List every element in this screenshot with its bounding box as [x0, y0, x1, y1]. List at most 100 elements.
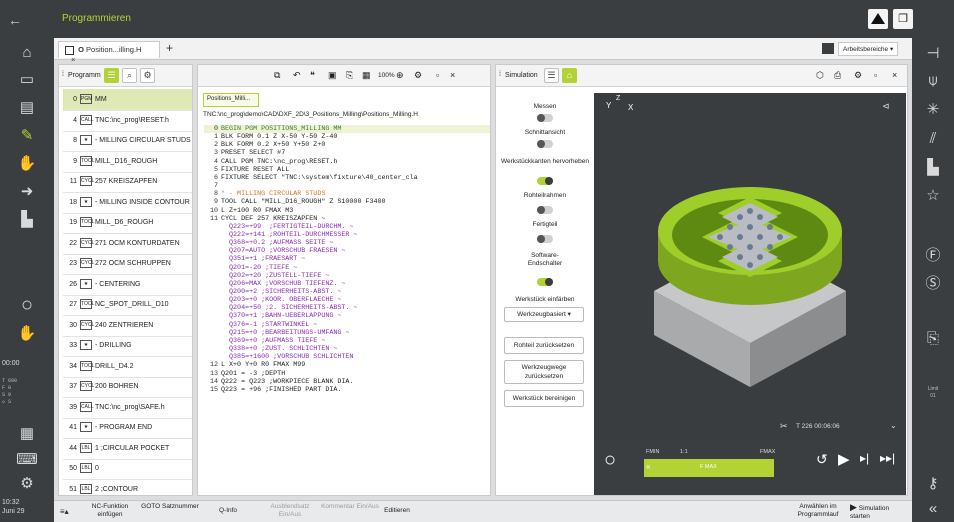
panel-toggle-icon[interactable]: ⊣ — [912, 44, 954, 62]
settings-icon[interactable]: ⚙ — [854, 70, 862, 81]
menu-icon[interactable]: ≡▴ — [60, 507, 69, 516]
settings-icon[interactable]: ⚙ — [0, 474, 54, 492]
code-line[interactable]: Q203=+0 ;KOOR. OBERFLAECHE ~ — [204, 296, 490, 304]
code-line[interactable]: 13 Q201 = -3 ;DEPTH — [204, 370, 490, 378]
code-line[interactable]: 8 * - MILLING CIRCULAR STUDS — [204, 190, 490, 198]
simulation-viewport[interactable]: Y Z X ⊲ ✂ T 226 00:06:06 ⌄ — [594, 93, 906, 439]
toggle-messen[interactable] — [537, 114, 553, 122]
comment-icon[interactable]: ❝ — [310, 70, 315, 81]
collapse-icon[interactable]: « — [912, 500, 954, 517]
expand-down-icon[interactable]: ⌄ — [890, 421, 897, 430]
view-cube-icon[interactable]: ⬡ — [816, 70, 824, 81]
feed-override-icon[interactable]: Ⓕ — [912, 244, 954, 265]
export-icon[interactable]: ⎙ — [834, 70, 841, 81]
softkey-edit[interactable]: Editieren — [372, 503, 422, 521]
code-line[interactable]: Q338=+0 ;ZUST. SCHLICHTEN ~ — [204, 345, 490, 353]
probe-icon[interactable]: ⍦ — [912, 72, 954, 89]
machine-icon[interactable]: ▙ — [0, 210, 54, 228]
settings-icon[interactable]: ⚙ — [414, 70, 422, 81]
program-row[interactable]: 27 TOOLNC_SPOT_DRILL_D10 — [63, 294, 192, 316]
back-arrow-icon[interactable]: ← — [8, 12, 22, 28]
program-row[interactable]: 33 ★ - DRILLING — [63, 335, 192, 357]
softkey-goto[interactable]: GOTO Satznummer — [140, 503, 200, 521]
code-line[interactable]: 5 FIXTURE RESET ALL — [204, 166, 490, 174]
layout-icon[interactable]: ▣ — [328, 70, 337, 81]
code-line[interactable]: 12 L X+0 Y+0 R0 FMAX M99 — [204, 361, 490, 369]
program-row[interactable]: 23 CYCL272 OCM SCHRUPPEN — [63, 253, 192, 275]
code-line[interactable]: 15 Q223 = +96 ;FINISHED PART DIA. — [204, 386, 490, 394]
program-row[interactable]: 18 ★ - MILLING INSIDE CONTOUR — [63, 192, 192, 214]
code-line[interactable]: Q215=+0 ;BEARBEITUNGS-UMFANG ~ — [204, 329, 490, 337]
code-line[interactable]: Q204=+50 ;2. SICHERHEITS-ABST. ~ — [204, 304, 490, 312]
code-line[interactable]: Q202=+20 ;ZUSTELL-TIEFE ~ — [204, 272, 490, 280]
program-row[interactable]: 19 TOOLMILL_D6_ROUGH — [63, 212, 192, 234]
code-line[interactable]: 2 BLK FORM 0.2 X+50 Y+50 Z+0 — [204, 141, 490, 149]
code-line[interactable]: 9 TOOL CALL "MILL_D16_ROUGH" Z S10000 F34… — [204, 198, 490, 206]
program-row[interactable]: 4 CALLTNC:\nc_prog\RESET.h — [63, 110, 192, 132]
breadcrumb[interactable]: Positions_Milli... — [203, 93, 260, 107]
slower-icon[interactable]: « — [646, 462, 650, 471]
program-row[interactable]: 41 ★ - PROGRAM END — [63, 417, 192, 439]
code-line[interactable]: 10 L Z+100 R0 FMAX M3 — [204, 207, 490, 215]
feed-slider[interactable]: « F MAX — [644, 459, 774, 477]
program-row[interactable]: 44 LBL 1 ;CIRCULAR POCKET — [63, 438, 192, 460]
heidenhain-logo-icon[interactable] — [868, 9, 888, 29]
skip-end-icon[interactable]: ▸▸| — [880, 451, 895, 465]
paste-icon[interactable]: ▦ — [362, 70, 371, 81]
reset-blank-button[interactable]: Rohteil zurücksetzen — [504, 337, 584, 354]
edit-program-icon[interactable]: ✎ — [0, 126, 54, 144]
program-run-icon[interactable]: ➜ — [0, 182, 54, 200]
code-line[interactable]: Q369=+0 ;AUFMASS TIEFE ~ — [204, 337, 490, 345]
search-icon[interactable]: ⌕ — [122, 68, 137, 83]
code-line[interactable]: Q223=+99 ;FERTIGTEIL-DURCHM. ~ — [204, 223, 490, 231]
maximize-icon[interactable]: ▫ — [436, 70, 439, 80]
program-row[interactable]: 9 TOOLMILL_D16_ROUGH — [63, 151, 192, 173]
softkey-nc-function[interactable]: NC-Funktion einfügen — [80, 503, 140, 521]
program-row[interactable]: 0 PGM MM — [63, 89, 192, 111]
machine-view-icon[interactable]: ⌂ — [562, 68, 577, 83]
list-view-icon[interactable]: ☰ — [544, 68, 559, 83]
undo-icon[interactable]: ↶ — [293, 70, 301, 81]
code-line[interactable]: Q370=+1 ;BAHN-UEBERLAPPUNG ~ — [204, 312, 490, 320]
list-view-icon[interactable]: ☰ — [104, 68, 119, 83]
tool-icon[interactable]: ⫽ — [912, 130, 954, 147]
program-row[interactable]: 26 ★ - CENTERING — [63, 274, 192, 296]
code-line[interactable]: Q200=+2 ;SICHERHEITS-ABST. ~ — [204, 288, 490, 296]
single-step-icon[interactable]: ▸| — [860, 451, 869, 465]
softkey-qinfo[interactable]: Q-Info — [208, 503, 248, 521]
softkey-start-simulation[interactable]: ▶ Simulation starten — [850, 503, 910, 521]
code-line[interactable]: 7 — [204, 182, 490, 190]
drag-handle-icon[interactable]: ⁞ — [62, 71, 64, 78]
close-icon[interactable]: × — [71, 55, 75, 64]
code-line[interactable]: Q222=+141 ;ROHTEIL-DURCHMESSER ~ — [204, 231, 490, 239]
clamp-icon[interactable]: ▙ — [912, 158, 954, 176]
colorize-dropdown[interactable]: Werkzeugbasiert ▾ — [504, 307, 584, 322]
drag-handle-icon[interactable]: ⁞ — [499, 71, 501, 78]
window-switch-icon[interactable]: ❐ — [893, 9, 913, 29]
code-line[interactable]: 0 BEGIN PGM POSITIONS_MILLING MM — [204, 125, 490, 134]
code-line[interactable]: 3 PRESET SELECT #7 — [204, 149, 490, 157]
reset-icon[interactable]: ↺ — [816, 451, 828, 468]
toggle-rohteilrahmen[interactable] — [537, 206, 553, 214]
reset-toolpaths-button[interactable]: Werkzeugwege zurücksetzen — [504, 360, 584, 384]
code-line[interactable]: 1 BLK FORM 0.1 Z X-50 Y-50 Z-40 — [204, 133, 490, 141]
manual-mode-icon[interactable]: ✋ — [0, 154, 54, 172]
tool-hidden-icon[interactable]: ✂ — [780, 421, 788, 432]
program-row[interactable]: 22 CYCL271 OCM KONTURDATEN — [63, 233, 192, 255]
toggle-kanten[interactable] — [537, 177, 553, 185]
document-icon[interactable]: ⎘ — [912, 330, 954, 347]
tab-file[interactable]: O Position...illing.H × — [58, 41, 160, 64]
add-tab-icon[interactable]: + — [166, 41, 173, 55]
table-icon[interactable]: ▤ — [0, 98, 54, 116]
program-row[interactable]: 8 ★ - MILLING CIRCULAR STUDS — [63, 130, 192, 152]
clean-workpiece-button[interactable]: Werkstück bereinigen — [504, 390, 584, 407]
favorite-icon[interactable]: ☆ — [912, 186, 954, 204]
zoom-icon[interactable]: ⊕ — [396, 70, 404, 81]
code-line[interactable]: 11 CYCL DEF 257 KREISZAPFEN ~ — [204, 215, 490, 223]
workspaces-dropdown[interactable]: Arbeitsbereiche ▾ — [838, 42, 899, 56]
program-row[interactable]: 51 LBL 2 ;CONTOUR — [63, 479, 192, 496]
program-row[interactable]: 11 CYCL257 KREISZAPFEN — [63, 171, 192, 193]
program-row[interactable]: 50 LBL 0 — [63, 458, 192, 480]
stop-icon[interactable]: ○ — [604, 449, 616, 472]
code-line[interactable]: Q376=-1 ;STARTWINKEL ~ — [204, 321, 490, 329]
